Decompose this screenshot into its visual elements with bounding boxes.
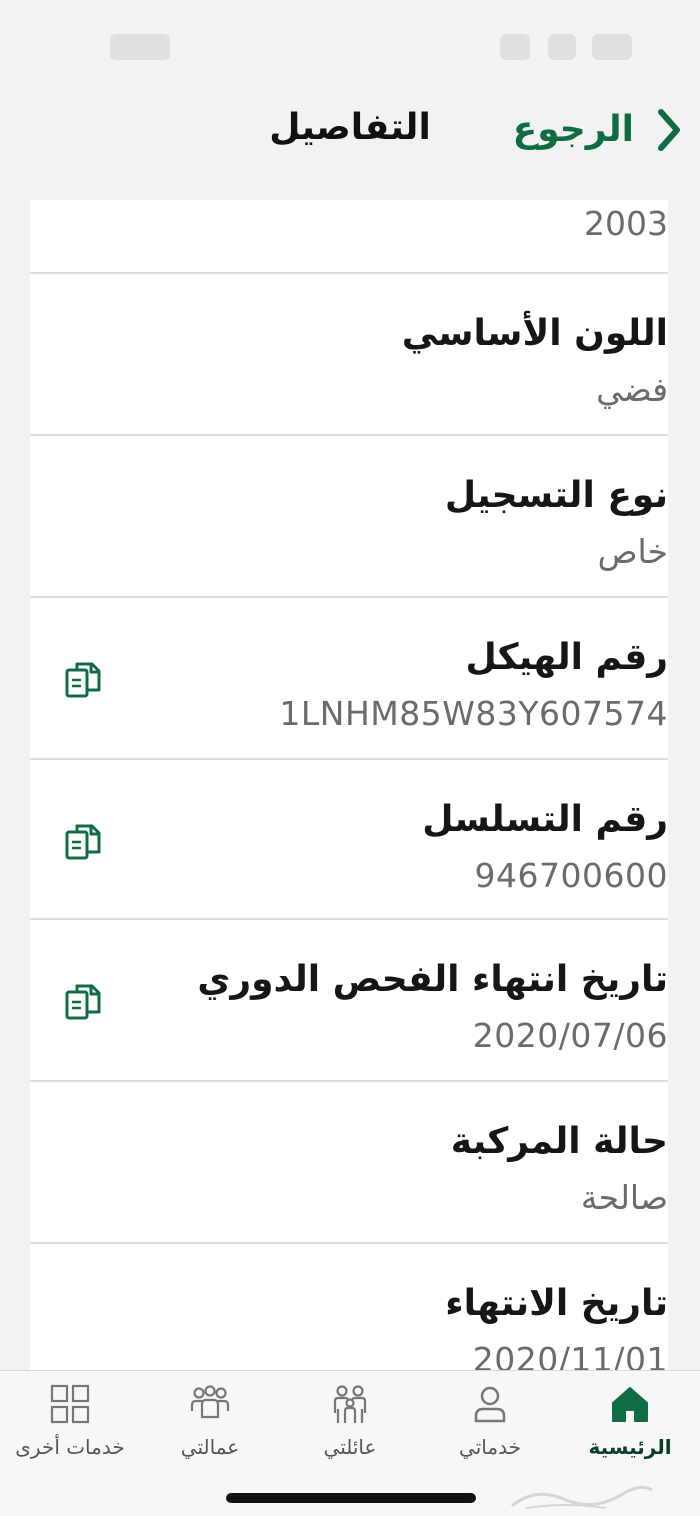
detail-label: نوع التسجيل xyxy=(444,475,668,516)
detail-value: 1LNHM85W83Y607574 xyxy=(279,694,668,733)
page-title: التفاصيل xyxy=(269,107,431,148)
tab-my-workers[interactable]: عمالتي xyxy=(140,1383,280,1473)
signal-icon xyxy=(500,34,530,60)
tab-label: خدماتي xyxy=(459,1435,521,1459)
detail-row-expiry-date: تاريخ الانتهاء 2020/11/01 xyxy=(30,1244,668,1370)
detail-label: رقم الهيكل xyxy=(465,637,668,678)
detail-value: 2003 xyxy=(584,204,668,243)
detail-label: حالة المركبة xyxy=(450,1121,668,1162)
copy-icon[interactable] xyxy=(64,982,102,1022)
tab-my-services[interactable]: خدماتي xyxy=(420,1383,560,1473)
detail-value: 946700600 xyxy=(474,856,668,895)
watermark-logo xyxy=(511,1485,653,1509)
detail-label: رقم التسلسل xyxy=(422,799,668,840)
detail-value: فضي xyxy=(596,370,668,409)
copy-icon[interactable] xyxy=(64,660,102,700)
detail-row-year: 2003 xyxy=(30,200,668,274)
wifi-icon xyxy=(548,34,576,60)
tab-label: عائلتي xyxy=(323,1435,377,1459)
status-bar xyxy=(0,0,700,96)
detail-row-primary-color: اللون الأساسي فضي xyxy=(30,274,668,436)
tab-my-family[interactable]: عائلتي xyxy=(280,1383,420,1473)
copy-icon[interactable] xyxy=(64,822,102,862)
back-button[interactable]: الرجوع xyxy=(513,102,682,158)
detail-value: خاص xyxy=(597,532,668,571)
tab-label: عمالتي xyxy=(180,1435,240,1459)
navigation-bar: التفاصيل الرجوع xyxy=(0,96,700,200)
tab-label: الرئيسية xyxy=(588,1435,672,1459)
family-icon xyxy=(333,1385,367,1423)
tab-other-services[interactable]: خدمات أخرى xyxy=(0,1383,140,1473)
battery-icon xyxy=(592,34,632,60)
detail-value: 2020/07/06 xyxy=(472,1016,668,1055)
chevron-right-icon xyxy=(658,109,680,151)
tab-label: خدمات أخرى xyxy=(15,1435,125,1459)
details-list: 2003 اللون الأساسي فضي نوع التسجيل خاص ر… xyxy=(30,200,668,1370)
home-indicator xyxy=(226,1493,476,1503)
detail-label: تاريخ انتهاء الفحص الدوري xyxy=(197,959,668,1000)
detail-row-vehicle-status: حالة المركبة صالحة xyxy=(30,1082,668,1244)
detail-row-registration-type: نوع التسجيل خاص xyxy=(30,436,668,598)
grid-icon xyxy=(50,1384,90,1424)
status-time-placeholder xyxy=(110,34,170,60)
workers-icon xyxy=(190,1385,230,1419)
person-icon xyxy=(474,1386,506,1423)
back-button-label: الرجوع xyxy=(512,109,634,150)
detail-label: اللون الأساسي xyxy=(401,313,668,354)
detail-row-chassis-number: رقم الهيكل 1LNHM85W83Y607574 xyxy=(30,598,668,760)
detail-row-serial-number: رقم التسلسل 946700600 xyxy=(30,760,668,920)
tab-home[interactable]: الرئيسية xyxy=(560,1383,700,1473)
detail-row-inspection-expiry: تاريخ انتهاء الفحص الدوري 2020/07/06 xyxy=(30,920,668,1082)
detail-value: 2020/11/01 xyxy=(472,1340,668,1370)
detail-label: تاريخ الانتهاء xyxy=(445,1283,668,1324)
home-icon xyxy=(612,1387,648,1422)
detail-value: صالحة xyxy=(580,1178,668,1217)
